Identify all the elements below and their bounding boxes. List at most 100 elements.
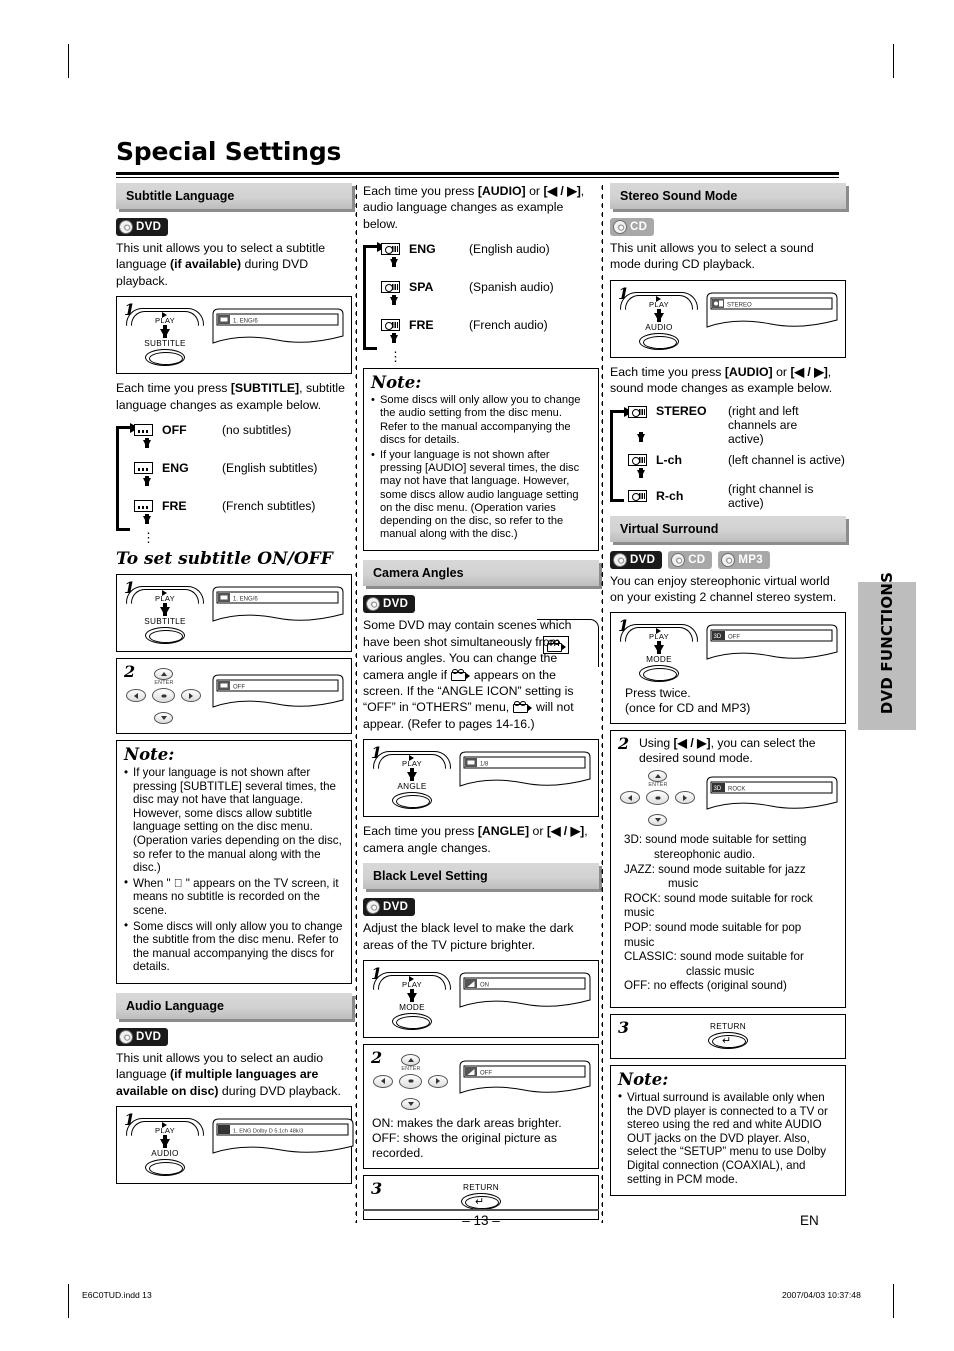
arrow-left-button[interactable] bbox=[126, 689, 146, 703]
osd-display-subtitle-onoff-1: 1. ENG/6 bbox=[207, 580, 347, 632]
play-label: PLAY bbox=[401, 979, 423, 989]
cycle-desc: (English audio) bbox=[469, 242, 550, 257]
title-divider bbox=[116, 172, 839, 175]
play-button[interactable]: PLAY bbox=[620, 620, 698, 643]
flow-arrow-down-icon bbox=[160, 325, 170, 339]
osd-text: STEREO bbox=[727, 302, 752, 308]
arrow-down-button[interactable] bbox=[648, 814, 667, 827]
cycle-item: FRE (French audio) bbox=[381, 315, 599, 335]
disc-icon bbox=[611, 218, 629, 236]
badge-dvd: DVD bbox=[363, 898, 416, 917]
angle-button[interactable] bbox=[392, 792, 432, 810]
badge-cd: CD bbox=[610, 218, 655, 236]
dpad-cluster: ENTER bbox=[123, 668, 207, 726]
svg-text:3D: 3D bbox=[714, 786, 722, 792]
arrow-right-button[interactable] bbox=[428, 1074, 448, 1088]
section-header-subtitle-language: Subtitle Language bbox=[116, 183, 352, 209]
osd-display-camera-1: 1/8 bbox=[454, 745, 594, 797]
badge-dvd: DVD bbox=[363, 595, 416, 614]
subtitle-key-label: SUBTITLE bbox=[144, 339, 186, 349]
audio-icon bbox=[628, 489, 647, 502]
step-number: 3 bbox=[371, 1178, 383, 1198]
play-button[interactable]: PLAY bbox=[373, 968, 451, 990]
arrow-left-button[interactable] bbox=[620, 791, 640, 805]
dpad-cluster: ENTER bbox=[617, 770, 701, 828]
play-button[interactable]: PLAY bbox=[373, 747, 451, 770]
note-box-audio: Note: Some discs will only allow you to … bbox=[363, 368, 599, 552]
step-box-camera-1: 1 PLAY ANGLE 1/8 bbox=[363, 739, 599, 818]
osd-text: 1/8 bbox=[480, 762, 489, 768]
step-box-audio-1: 1 PLAY AUDIO 1. ENG Dolby D 5.1ch 48k/3 bbox=[116, 1106, 354, 1185]
cycle-desc: (left channel is active) bbox=[728, 452, 845, 467]
enter-button[interactable] bbox=[152, 688, 175, 704]
side-tab-dvd-functions: DVD FUNCTIONS bbox=[858, 572, 916, 730]
black-level-def-off: OFF: shows the original picture as recor… bbox=[372, 1130, 557, 1160]
stereo-after-c: or bbox=[772, 364, 791, 379]
arrow-up-button[interactable] bbox=[154, 668, 173, 681]
camera-after-a: Each time you press bbox=[363, 824, 478, 839]
arrow-left-button[interactable] bbox=[373, 1074, 393, 1088]
step-number: 2 bbox=[618, 734, 630, 754]
audio-intro-c: during DVD playback. bbox=[218, 1083, 341, 1098]
badge-dvd-label: DVD bbox=[383, 901, 409, 914]
audio-icon bbox=[381, 281, 400, 294]
media-badges-audio: DVD bbox=[116, 1027, 352, 1046]
cycle-desc: (English subtitles) bbox=[222, 461, 318, 476]
disc-icon bbox=[719, 550, 738, 569]
subtitle-button[interactable] bbox=[145, 627, 185, 645]
play-button[interactable]: PLAY bbox=[126, 1114, 204, 1137]
sound-mode-definitions: 3D: sound mode suitable for setting ster… bbox=[617, 828, 839, 1000]
cycle-arrow-icon bbox=[390, 333, 398, 344]
note-item: If your language is not shown after pres… bbox=[371, 449, 591, 541]
return-button[interactable]: ↵ bbox=[708, 1031, 748, 1049]
disc-icon bbox=[364, 898, 382, 916]
cycle-arrow-icon bbox=[390, 295, 398, 306]
arrow-down-button[interactable] bbox=[154, 712, 173, 725]
mode-button[interactable] bbox=[392, 1012, 432, 1030]
note-item: If your language is not shown after pres… bbox=[124, 766, 344, 875]
remote-keys: PLAY MODE bbox=[370, 966, 454, 1030]
section-header-stereo-sound-mode: Stereo Sound Mode bbox=[610, 183, 846, 209]
cycle-arrow-icon bbox=[143, 514, 151, 525]
osd-display-subtitle-1: 1. ENG/6 bbox=[207, 302, 347, 354]
cycle-item: STEREO (right and left channels are acti… bbox=[628, 403, 846, 446]
badge-dvd-label: DVD bbox=[383, 598, 409, 611]
play-button[interactable]: PLAY bbox=[126, 304, 204, 327]
column-separator-1 bbox=[355, 183, 357, 1223]
loop-arrow-icon bbox=[610, 406, 633, 502]
black-level-def-on: ON: makes the dark areas brighter. bbox=[372, 1115, 562, 1130]
page-number: – 13 – bbox=[462, 1213, 500, 1228]
mode-button[interactable] bbox=[639, 665, 679, 683]
loop-arrow-icon bbox=[116, 423, 139, 532]
arrow-right-button[interactable] bbox=[181, 689, 201, 703]
arrow-right-button[interactable] bbox=[675, 791, 695, 805]
subtitle-after-text: Each time you press [SUBTITLE], subtitle… bbox=[116, 380, 352, 413]
media-badges-virtual-surround: DVD CD MP3 bbox=[610, 550, 846, 569]
play-button[interactable]: PLAY bbox=[126, 582, 204, 605]
subtitle-intro: This unit allows you to select a subtitl… bbox=[116, 240, 352, 289]
cycle-item: ENG (English subtitles) bbox=[134, 458, 352, 478]
audio-button[interactable] bbox=[639, 332, 679, 350]
osd-display-stereo-1: STEREO bbox=[701, 286, 841, 338]
note-item: When " ⃠ " appears on the TV screen, it … bbox=[124, 876, 344, 918]
vs-step2-b: [◀ / ▶] bbox=[673, 736, 711, 751]
play-button[interactable]: PLAY bbox=[620, 288, 698, 310]
manual-page: Special Settings Subtitle Language DVD T… bbox=[0, 0, 954, 1351]
arrow-down-button[interactable] bbox=[401, 1097, 420, 1110]
audio-button[interactable] bbox=[145, 1159, 185, 1177]
remote-keys: PLAY SUBTITLE bbox=[123, 302, 207, 367]
arrow-up-button[interactable] bbox=[648, 770, 667, 783]
enter-button[interactable] bbox=[646, 790, 669, 806]
cycle-code: STEREO bbox=[656, 403, 707, 418]
return-button[interactable]: ↵ bbox=[461, 1192, 501, 1210]
cycle-desc: (right and left channels are active) bbox=[728, 403, 799, 446]
angle-key-label: ANGLE bbox=[397, 782, 427, 792]
cycle-item: R-ch (right channel is active) bbox=[628, 482, 846, 510]
arrow-up-button[interactable] bbox=[401, 1053, 420, 1066]
stereo-after-b: [AUDIO] bbox=[724, 364, 773, 379]
subtitle-button[interactable] bbox=[145, 349, 185, 367]
enter-button[interactable] bbox=[399, 1073, 422, 1089]
stereo-intro: This unit allows you to select a sound m… bbox=[610, 241, 814, 272]
audio-after-c: or bbox=[525, 184, 544, 198]
cycle-code: ENG bbox=[409, 242, 436, 257]
